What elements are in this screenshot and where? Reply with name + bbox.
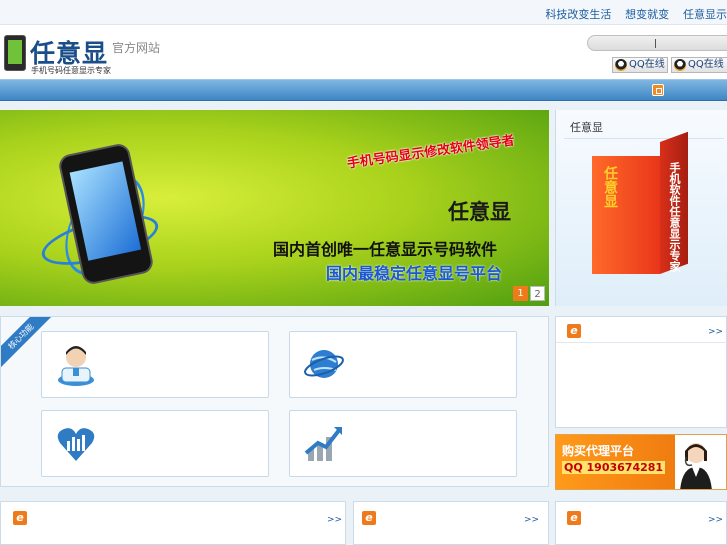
support-agent-icon bbox=[680, 443, 712, 489]
agent-title: 购买代理平台 bbox=[562, 444, 635, 458]
heart-chart-icon bbox=[57, 428, 95, 461]
feature-card-network[interactable] bbox=[289, 331, 517, 398]
more-link[interactable]: >> bbox=[327, 515, 342, 525]
logo-phone-icon bbox=[4, 35, 26, 71]
software-box-image[interactable]: 任意显 手机软件任意显示专家 bbox=[592, 131, 688, 276]
ie-icon: e bbox=[362, 511, 376, 525]
ie-icon: e bbox=[13, 511, 27, 525]
qq-penguin-icon bbox=[674, 59, 686, 71]
more-link[interactable]: >> bbox=[708, 515, 723, 525]
bottom-panel-2: e >> bbox=[353, 501, 549, 545]
top-links: 科技改变生活 想变就变 任意显示 bbox=[535, 6, 727, 22]
qq-online-button-2[interactable]: QQ在线 bbox=[671, 57, 727, 73]
search-input[interactable] bbox=[587, 35, 727, 51]
phone-screen bbox=[69, 161, 142, 261]
divider bbox=[564, 138, 724, 139]
agent-contact: QQ 1903674281 bbox=[562, 461, 666, 474]
feature-card-heart[interactable] bbox=[41, 410, 269, 477]
slide-dot-2[interactable]: 2 bbox=[530, 286, 545, 301]
more-link[interactable]: >> bbox=[524, 515, 539, 525]
globe-network-icon bbox=[304, 350, 344, 378]
logo-subtitle: 官方网站 bbox=[112, 41, 161, 55]
core-features-panel: 核心功能 bbox=[0, 316, 549, 487]
banner-title: 任意显 bbox=[448, 200, 511, 224]
growth-chart-icon bbox=[304, 427, 342, 461]
text-caret bbox=[655, 39, 656, 48]
ie-icon: e bbox=[567, 324, 581, 338]
divider bbox=[556, 342, 727, 343]
ie-icon: e bbox=[567, 511, 581, 525]
qq-button-label: QQ在线 bbox=[688, 59, 724, 70]
bottom-panel-1: e >> bbox=[0, 501, 346, 545]
feature-card-service[interactable] bbox=[41, 331, 269, 398]
news-panel: e >> bbox=[555, 316, 727, 428]
nav-bar bbox=[0, 79, 727, 101]
qq-button-label: QQ在线 bbox=[629, 59, 665, 70]
top-bar: 科技改变生活 想变就变 任意显示 bbox=[0, 0, 727, 25]
top-link-change[interactable]: 想变就变 bbox=[625, 8, 669, 21]
customer-service-icon bbox=[58, 346, 94, 386]
logo-tagline: 手机号码任意显示专家 bbox=[31, 66, 111, 75]
banner-slider[interactable]: 手机号码显示修改软件领导者 任意显 国内首创唯一任意显示号码软件 国内最稳定任意… bbox=[0, 110, 549, 306]
top-link-display[interactable]: 任意显示 bbox=[683, 8, 727, 21]
buy-agent-banner[interactable]: 购买代理平台 QQ 1903674281 bbox=[555, 434, 727, 490]
banner-line-2: 国内最稳定任意显号平台 bbox=[326, 264, 503, 283]
qq-penguin-icon bbox=[615, 59, 627, 71]
banner-line-1: 国内首创唯一任意显示号码软件 bbox=[273, 240, 498, 259]
product-panel-title: 任意显 bbox=[570, 121, 603, 134]
feature-card-growth[interactable] bbox=[289, 410, 517, 477]
box-front-text: 任意显 bbox=[602, 166, 618, 208]
slide-dot-1[interactable]: 1 bbox=[513, 286, 528, 301]
bottom-panel-3: e >> bbox=[555, 501, 727, 545]
qq-online-button-1[interactable]: QQ在线 bbox=[612, 57, 668, 73]
banner-slogan: 手机号码显示修改软件领导者 bbox=[346, 133, 516, 172]
box-side-text: 手机软件任意显示专家 bbox=[668, 162, 681, 272]
product-panel: 任意显 任意显 手机软件任意显示专家 bbox=[555, 110, 727, 306]
home-icon[interactable] bbox=[652, 84, 664, 96]
more-link[interactable]: >> bbox=[708, 327, 723, 337]
top-link-tech[interactable]: 科技改变生活 bbox=[545, 8, 611, 21]
